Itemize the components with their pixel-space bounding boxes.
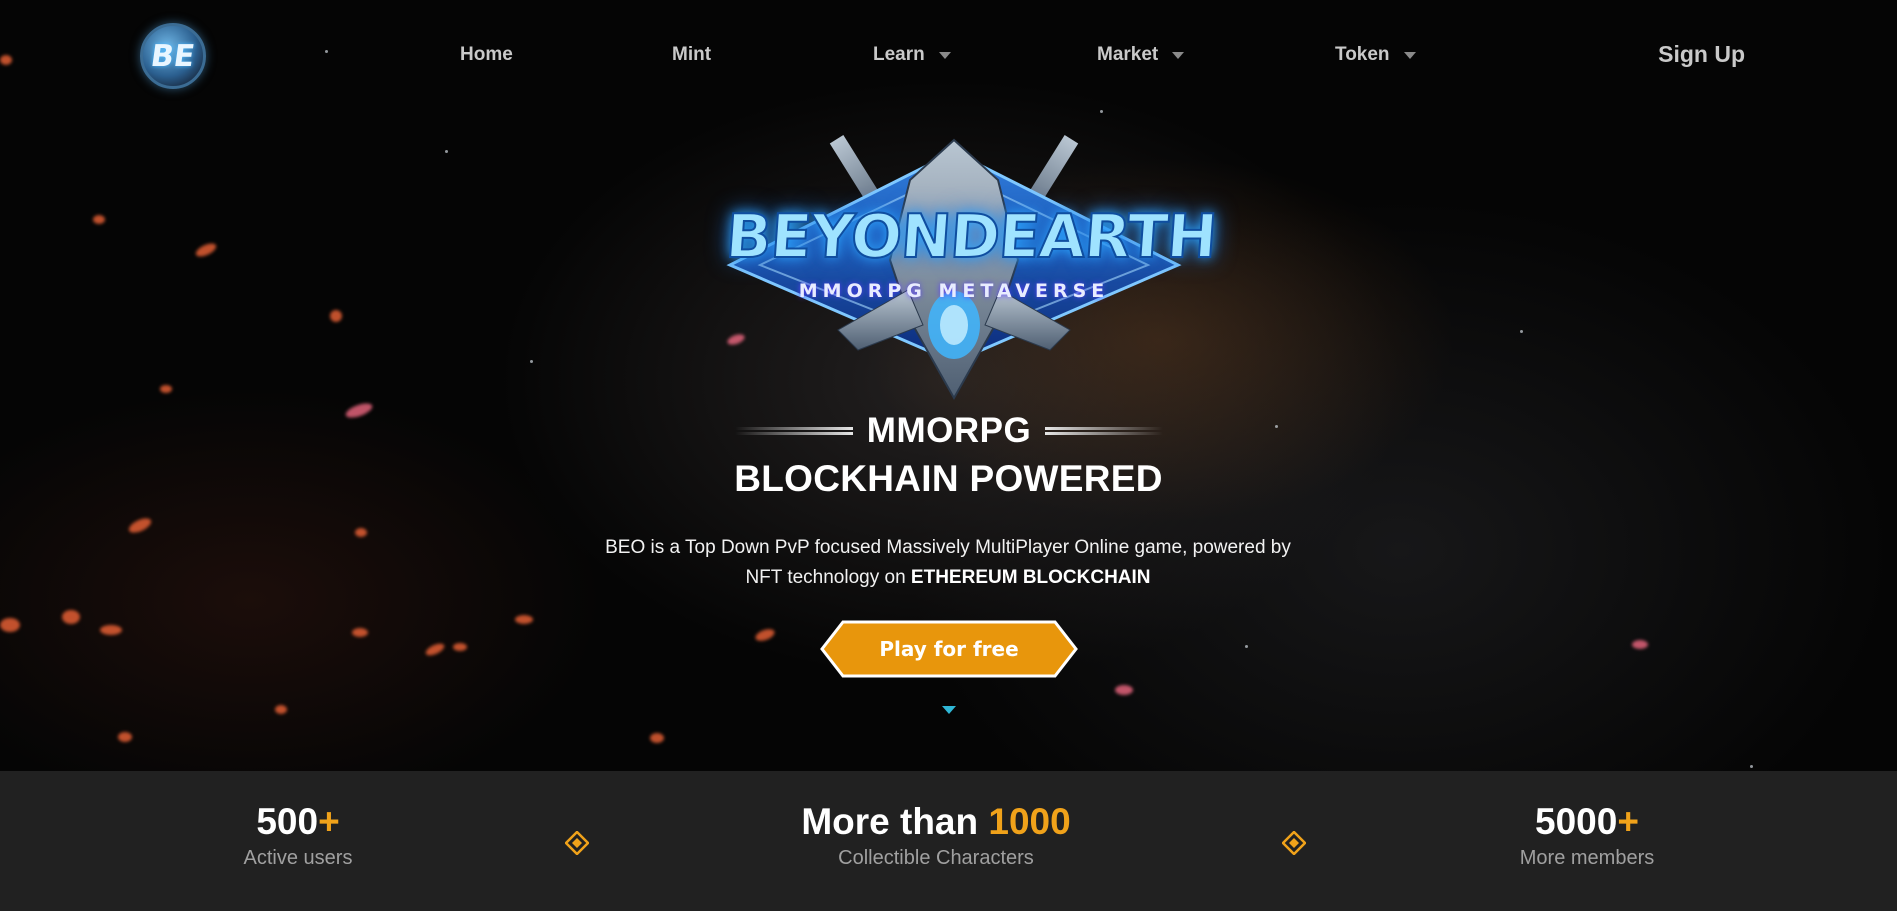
nav-learn-label: Learn (873, 44, 925, 65)
nav-market[interactable]: Market (1097, 44, 1185, 66)
diamond-icon (565, 831, 589, 855)
emblem-subtitle: MMORPG METAVERSE (798, 280, 1110, 302)
ember-particle (100, 625, 122, 635)
ember-particle (330, 310, 342, 322)
stat-label: Collectible Characters (838, 847, 1034, 869)
nav-home-label: Home (460, 44, 513, 65)
ember-particle (453, 643, 467, 651)
nav-market-label: Market (1097, 44, 1159, 65)
nav-home[interactable]: Home (460, 44, 513, 66)
stat-number: 500+ (198, 801, 398, 843)
blockchain-heading: BLOCKHAIN POWERED (734, 458, 1163, 499)
beyond-earth-emblem: BEYONDEARTH MMORPG METAVERSE (708, 120, 1220, 402)
nav-learn[interactable]: Learn (873, 44, 951, 66)
stat-active-users: 500+ Active users (198, 801, 398, 870)
stat-collectible-characters: More than 1000 Collectible Characters (786, 801, 1086, 870)
stat-label: Active users (243, 847, 353, 869)
hero-description: BEO is a Top Down PvP focused Massively … (598, 533, 1298, 593)
mmorpg-heading: MMORPG (866, 411, 1032, 450)
ember-particle (355, 528, 367, 537)
ember-particle (650, 733, 664, 743)
ember-particle (275, 705, 287, 714)
ember-particle (1115, 685, 1133, 695)
ember-particle (515, 615, 533, 624)
ember-particle (352, 628, 368, 637)
description-line-2-text: NFT technology on (745, 567, 911, 588)
play-for-free-button[interactable]: Play for free (819, 620, 1079, 678)
stats-bar: 500+ Active users More than 1000 Collect… (0, 771, 1897, 911)
ember-particle (160, 385, 172, 393)
nav-mint-label: Mint (672, 44, 712, 65)
ember-particle (118, 732, 132, 742)
description-line-1: BEO is a Top Down PvP focused Massively … (605, 537, 1291, 558)
ember-particle (424, 641, 446, 658)
stat-prefix: More than (801, 801, 989, 842)
ember-particle (0, 618, 20, 632)
star (1100, 110, 1103, 113)
stat-more-members: 5000+ More members (1487, 801, 1687, 870)
stat-label: More members (1519, 847, 1655, 869)
sign-up-link[interactable]: Sign Up (1658, 41, 1745, 68)
heading-decoration-right (1045, 426, 1163, 436)
ember-particle (343, 400, 375, 421)
nav-token[interactable]: Token (1335, 44, 1416, 66)
stat-suffix: + (318, 801, 340, 842)
ember-particle (753, 626, 777, 644)
stat-number: 5000+ (1487, 801, 1687, 843)
description-highlight: ETHEREUM BLOCKCHAIN (910, 567, 1151, 588)
ember-particle (62, 610, 80, 624)
star (445, 150, 448, 153)
ember-particle (93, 215, 105, 224)
ember-particle (193, 240, 219, 260)
hero-section: BE Home Mint Learn Market Token Sign Up (0, 0, 1897, 771)
chevron-down-icon (1403, 51, 1416, 59)
site-logo[interactable]: BE (140, 23, 206, 89)
heading-decoration-left (735, 426, 853, 436)
star (1520, 330, 1523, 333)
diamond-icon (1282, 831, 1306, 855)
ember-particle (1632, 640, 1648, 649)
chevron-down-icon (938, 51, 951, 59)
stat-value: 500 (256, 801, 319, 842)
chevron-down-icon (1172, 51, 1185, 59)
star (1245, 645, 1248, 648)
nav-token-label: Token (1335, 44, 1390, 65)
star (1275, 425, 1278, 428)
ember-particle (126, 515, 154, 536)
mmorpg-heading-row: MMORPG (735, 407, 1163, 455)
star (1750, 765, 1753, 768)
scroll-down-arrow-icon[interactable] (942, 706, 956, 714)
play-button-label: Play for free (879, 637, 1019, 661)
star (325, 50, 328, 53)
stat-number: More than 1000 (786, 801, 1086, 843)
star (530, 360, 533, 363)
stat-value: 5000 (1535, 801, 1618, 842)
stat-suffix: + (1617, 801, 1639, 842)
nav-mint[interactable]: Mint (672, 44, 711, 66)
logo-text: BE (148, 38, 198, 74)
description-line-2: NFT technology on ETHEREUM BLOCKCHAIN (598, 563, 1298, 593)
emblem-title: BEYONDEARTH (723, 201, 1220, 273)
stat-value: 1000 (988, 801, 1071, 842)
ember-particle (0, 55, 12, 65)
